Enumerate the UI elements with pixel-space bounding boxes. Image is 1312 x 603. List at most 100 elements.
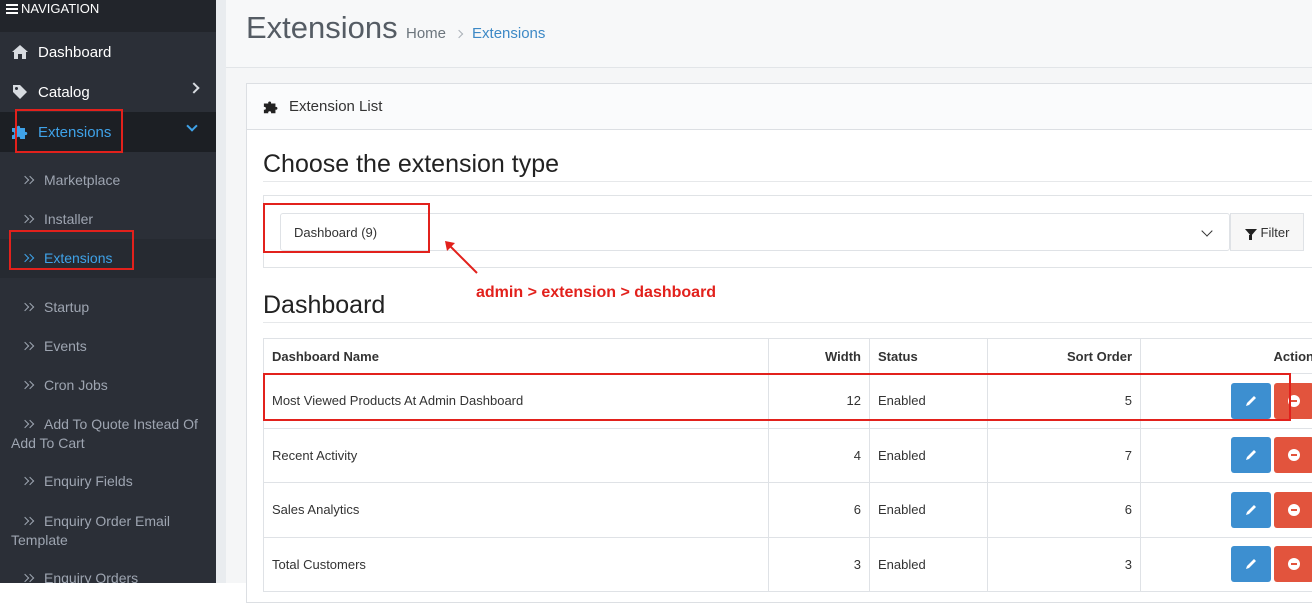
sidebar-subitem-installer[interactable]: Installer: [0, 210, 216, 229]
sidebar-item-catalog[interactable]: Catalog: [0, 72, 216, 112]
choose-type-title: Choose the extension type: [263, 150, 559, 179]
uninstall-button[interactable]: [1274, 546, 1312, 582]
filter-button[interactable]: Filter: [1230, 213, 1304, 251]
uninstall-button[interactable]: [1274, 437, 1312, 473]
main-content: Extensions Home Extensions Extension Lis…: [226, 0, 1312, 583]
sidebar-item-label: Extensions: [38, 124, 111, 141]
filter-button-label: Filter: [1261, 225, 1290, 240]
extensions-table: Dashboard Name Width Status Sort Order A…: [263, 338, 1312, 592]
cell-actions: [1141, 428, 1312, 483]
sidebar-subitem-label: Marketplace: [44, 172, 120, 188]
sidebar-subitem-label: Installer: [44, 211, 93, 227]
column-header-sort-order[interactable]: Sort Order: [988, 339, 1141, 374]
cell-name: Sales Analytics: [264, 483, 769, 538]
cell-sort-order: 5: [988, 374, 1141, 429]
edit-button[interactable]: [1231, 546, 1271, 582]
double-chevron-icon: [22, 341, 36, 353]
page-header: Extensions Home Extensions: [226, 0, 1312, 68]
minus-circle-icon: [1288, 449, 1300, 461]
sidebar-subitem-extensions[interactable]: Extensions: [0, 239, 216, 278]
cell-sort-order: 6: [988, 483, 1141, 538]
cell-width: 4: [769, 428, 870, 483]
sidebar-subitem-events[interactable]: Events: [0, 337, 216, 356]
chevron-down-icon: [186, 120, 197, 131]
chevron-down-icon: [1201, 225, 1212, 236]
cell-name: Recent Activity: [264, 428, 769, 483]
puzzle-icon: [263, 99, 279, 115]
edit-button[interactable]: [1231, 437, 1271, 473]
filter-well: Dashboard (9) Filter: [263, 195, 1312, 268]
section-title: Dashboard: [263, 291, 385, 320]
cell-status: Enabled: [870, 374, 988, 429]
cell-name: Total Customers: [264, 537, 769, 592]
table-row: Total Customers 3 Enabled 3: [264, 537, 1312, 592]
sidebar-subitem-label: Extensions: [44, 250, 112, 266]
sidebar-subitem-label: Enquiry Orders: [44, 570, 138, 583]
panel-heading: Extension List: [247, 84, 1312, 130]
sidebar: NAVIGATION Dashboard Catalog Extensions …: [0, 0, 216, 583]
sidebar-subitem-cron-jobs[interactable]: Cron Jobs: [0, 376, 216, 395]
cell-width: 12: [769, 374, 870, 429]
sidebar-subitem-add-to-quote[interactable]: Add To Quote Instead Of Add To Cart: [0, 415, 216, 453]
pencil-icon: [1244, 503, 1258, 517]
double-chevron-icon: [22, 175, 36, 187]
cell-sort-order: 7: [988, 428, 1141, 483]
tag-icon: [10, 84, 30, 100]
minus-circle-icon: [1288, 504, 1300, 516]
home-icon: [10, 44, 30, 60]
table-row: Most Viewed Products At Admin Dashboard …: [264, 374, 1312, 429]
double-chevron-icon: [22, 253, 36, 265]
double-chevron-icon: [22, 419, 36, 431]
double-chevron-icon: [22, 380, 36, 392]
breadcrumb-extensions[interactable]: Extensions: [472, 25, 545, 42]
cell-status: Enabled: [870, 428, 988, 483]
divider: [263, 181, 1312, 182]
sidebar-item-label: Catalog: [38, 84, 90, 101]
cell-actions: [1141, 537, 1312, 592]
pencil-icon: [1244, 394, 1258, 408]
sidebar-subitem-label: Cron Jobs: [44, 377, 108, 393]
double-chevron-icon: [22, 476, 36, 488]
annotation-arrow: [443, 239, 483, 279]
edit-button[interactable]: [1231, 492, 1271, 528]
double-chevron-icon: [22, 516, 36, 528]
sidebar-subitem-label: Startup: [44, 299, 89, 315]
breadcrumb: Home Extensions: [406, 25, 545, 42]
cell-actions: [1141, 374, 1312, 429]
column-header-name[interactable]: Dashboard Name: [264, 339, 769, 374]
cell-status: Enabled: [870, 537, 988, 592]
sidebar-item-dashboard[interactable]: Dashboard: [0, 32, 216, 72]
sidebar-subitem-startup[interactable]: Startup: [0, 298, 216, 317]
uninstall-button[interactable]: [1274, 383, 1312, 419]
breadcrumb-home[interactable]: Home: [406, 25, 446, 42]
sidebar-subitem-enquiry-order-email-template[interactable]: Enquiry Order Email Template: [0, 512, 216, 550]
navigation-header[interactable]: NAVIGATION: [0, 0, 216, 32]
panel-heading-label: Extension List: [289, 98, 382, 115]
divider: [263, 322, 1312, 323]
cell-width: 3: [769, 537, 870, 592]
sidebar-subitem-label: Enquiry Fields: [44, 473, 133, 489]
column-header-status[interactable]: Status: [870, 339, 988, 374]
cell-actions: [1141, 483, 1312, 538]
cell-sort-order: 3: [988, 537, 1141, 592]
extension-type-select[interactable]: Dashboard (9): [280, 213, 1230, 251]
sidebar-item-extensions[interactable]: Extensions: [0, 112, 216, 152]
sidebar-subitem-marketplace[interactable]: Marketplace: [0, 171, 216, 190]
sidebar-subitem-enquiry-orders[interactable]: Enquiry Orders: [0, 569, 216, 583]
double-chevron-icon: [22, 573, 36, 583]
table-header-row: Dashboard Name Width Status Sort Order A…: [264, 339, 1312, 374]
pencil-icon: [1244, 557, 1258, 571]
funnel-icon: [1245, 229, 1257, 236]
sidebar-item-label: Dashboard: [38, 44, 111, 61]
sidebar-subitem-label: Add To Quote Instead Of Add To Cart: [11, 416, 198, 451]
sidebar-gutter: [216, 0, 226, 583]
chevron-right-icon: [188, 82, 199, 93]
cell-width: 6: [769, 483, 870, 538]
table-row: Recent Activity 4 Enabled 7: [264, 428, 1312, 483]
edit-button[interactable]: [1231, 383, 1271, 419]
column-header-width[interactable]: Width: [769, 339, 870, 374]
sidebar-subitem-enquiry-fields[interactable]: Enquiry Fields: [0, 472, 216, 491]
double-chevron-icon: [22, 302, 36, 314]
extension-type-select-value: Dashboard (9): [294, 225, 377, 240]
uninstall-button[interactable]: [1274, 492, 1312, 528]
